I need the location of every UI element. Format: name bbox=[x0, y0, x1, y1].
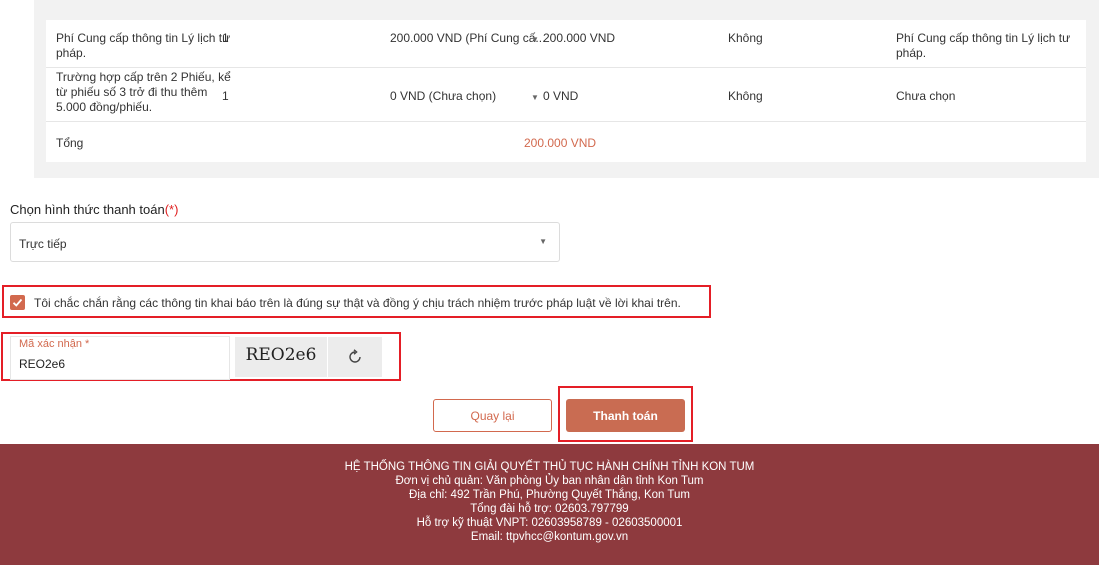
table-total-row: Tổng 200.000 VND bbox=[46, 122, 1086, 162]
footer-hotline: Tổng đài hỗ trợ: 02603.797799 bbox=[470, 503, 629, 515]
footer-email[interactable]: Email: ttpvhcc@kontum.gov.vn bbox=[0, 530, 1099, 544]
captcha-code: REO2e6 bbox=[245, 345, 317, 365]
total-label: Tổng bbox=[56, 136, 84, 150]
total-amount: 200.000 VND bbox=[524, 136, 597, 150]
footer-address: Địa chỉ: 492 Trần Phú, Phường Quyết Thắn… bbox=[409, 489, 690, 501]
fee-price-select[interactable]: 200.000 VND (Phí Cung cấ... bbox=[390, 31, 545, 46]
fee-amount: 0 VND bbox=[543, 89, 579, 103]
captcha-label: Mã xác nhận * bbox=[19, 338, 90, 350]
fee-table: Phí Cung cấp thông tin Lý lịch tư pháp. … bbox=[46, 20, 1086, 162]
confirm-text: Tôi chắc chắn rằng các thông tin khai bá… bbox=[34, 296, 681, 310]
chevron-down-icon[interactable]: ▼ bbox=[531, 90, 539, 105]
captcha-field[interactable]: Mã xác nhận * bbox=[10, 336, 230, 380]
footer-tech-support: Hỗ trợ kỹ thuật VNPT: 02603958789 - 0260… bbox=[416, 517, 683, 529]
fee-quantity: 1 bbox=[222, 31, 229, 45]
fee-price-select[interactable]: 0 VND (Chưa chọn) bbox=[390, 89, 496, 104]
pay-button[interactable]: Thanh toán bbox=[566, 399, 685, 432]
back-button[interactable]: Quay lại bbox=[433, 399, 552, 432]
fee-name: Trường hợp cấp trên 2 Phiếu, kể từ phiếu… bbox=[56, 70, 231, 114]
fee-quantity: 1 bbox=[222, 89, 229, 103]
check-icon bbox=[12, 298, 23, 307]
fee-exempt: Không bbox=[728, 89, 763, 103]
fee-amount: 200.000 VND bbox=[543, 31, 616, 45]
chevron-down-icon[interactable]: ▼ bbox=[531, 32, 539, 47]
fee-exempt: Không bbox=[728, 31, 763, 45]
table-row: Trường hợp cấp trên 2 Phiếu, kể từ phiếu… bbox=[46, 68, 1086, 122]
chevron-down-icon: ▼ bbox=[539, 237, 547, 246]
payment-method-label-text: Chọn hình thức thanh toán bbox=[10, 202, 165, 217]
payment-method-value: Trực tiếp bbox=[19, 237, 67, 251]
footer: HỆ THỐNG THÔNG TIN GIẢI QUYẾT THỦ TỤC HÀ… bbox=[0, 444, 1099, 565]
confirm-checkbox[interactable] bbox=[10, 295, 25, 310]
fee-note: Phí Cung cấp thông tin Lý lịch tư pháp. bbox=[896, 31, 1071, 60]
payment-method-label: Chọn hình thức thanh toán(*) bbox=[10, 202, 178, 217]
confirm-highlight: Tôi chắc chắn rằng các thông tin khai bá… bbox=[2, 285, 711, 318]
refresh-icon bbox=[349, 349, 361, 363]
required-mark: (*) bbox=[164, 202, 179, 217]
captcha-input[interactable] bbox=[19, 355, 219, 373]
captcha-refresh-button[interactable] bbox=[328, 337, 382, 377]
captcha-image: REO2e6 bbox=[235, 337, 327, 377]
fee-name: Phí Cung cấp thông tin Lý lịch tư pháp. bbox=[56, 31, 231, 60]
fee-note: Chưa chọn bbox=[896, 89, 956, 103]
table-row: Phí Cung cấp thông tin Lý lịch tư pháp. … bbox=[46, 20, 1086, 68]
payment-method-select[interactable]: Trực tiếp ▼ bbox=[10, 222, 560, 262]
footer-owner: Đơn vị chủ quản: Văn phòng Ủy ban nhân d… bbox=[395, 475, 704, 487]
footer-title: HỆ THỐNG THÔNG TIN GIẢI QUYẾT THỦ TỤC HÀ… bbox=[344, 461, 755, 473]
